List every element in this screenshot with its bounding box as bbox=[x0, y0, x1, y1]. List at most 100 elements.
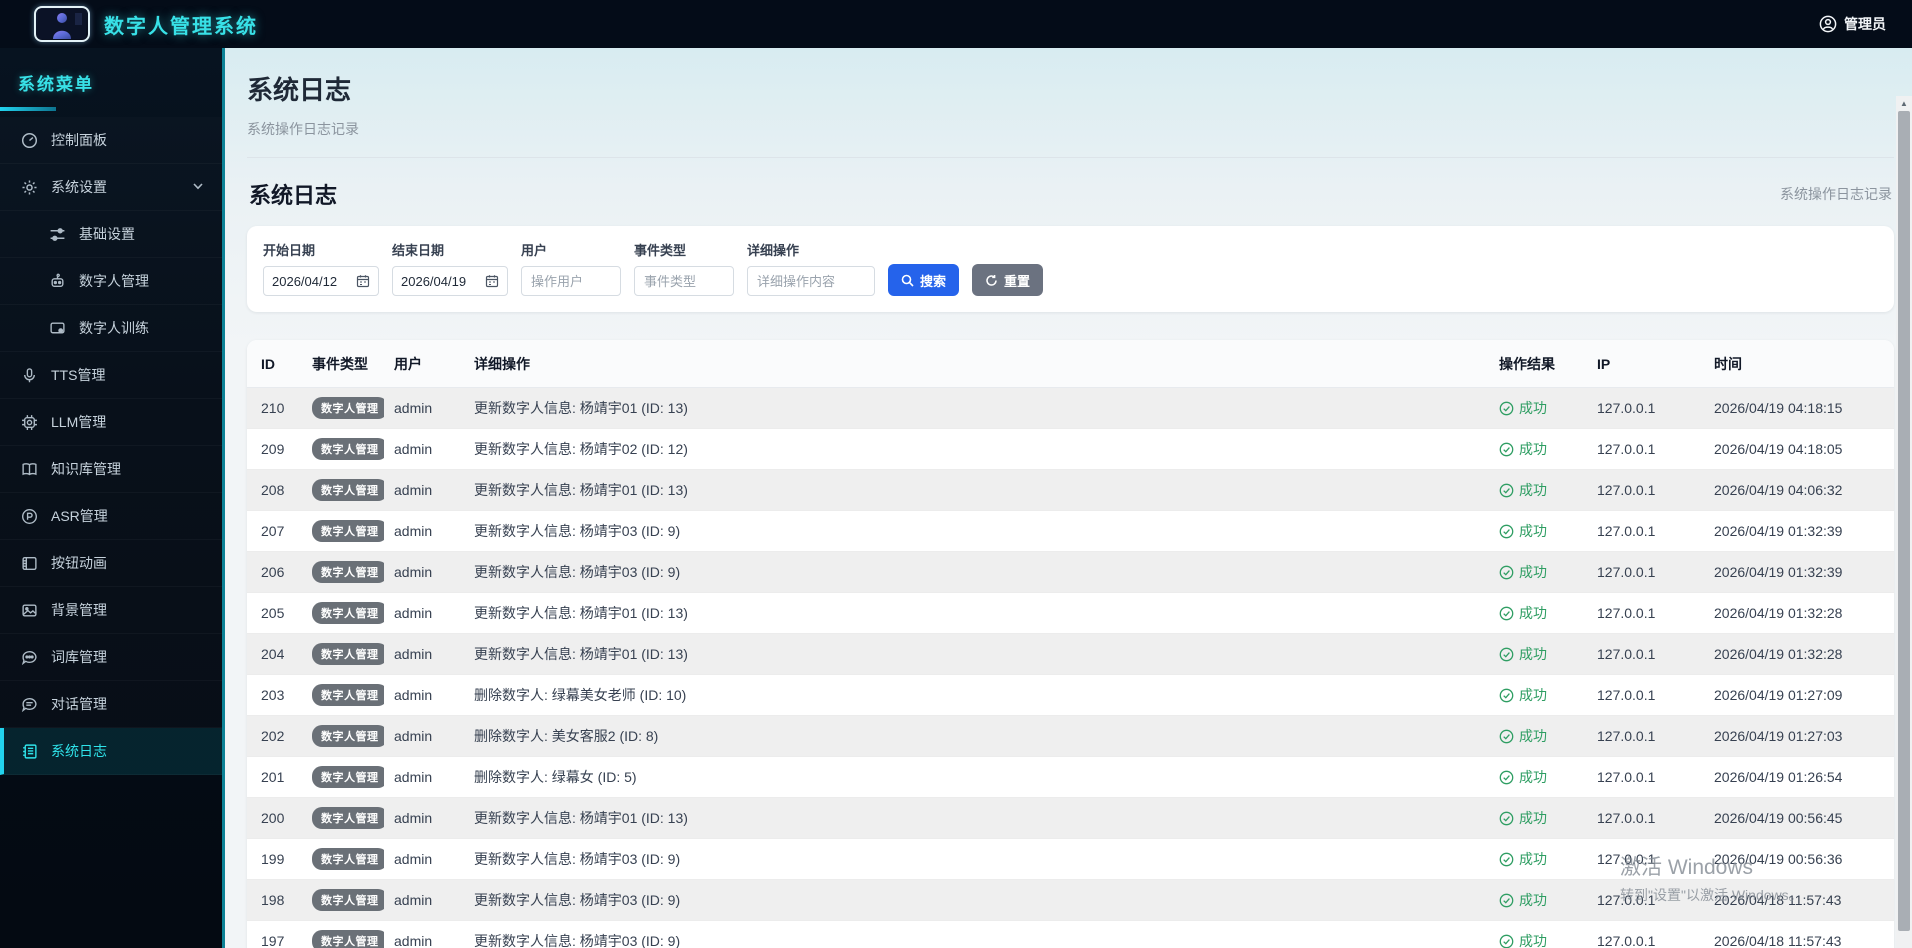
event-type-badge: 数字人管理 bbox=[312, 397, 384, 419]
sidebar-item-settings[interactable]: 系统设置 bbox=[0, 164, 222, 211]
check-circle-icon bbox=[1499, 770, 1514, 785]
check-circle-icon bbox=[1499, 524, 1514, 539]
event-type-badge: 数字人管理 bbox=[312, 602, 384, 624]
col-user: 用户 bbox=[384, 340, 464, 388]
cell-detail: 删除数字人: 美女客服2 (ID: 8) bbox=[464, 715, 1489, 757]
col-result: 操作结果 bbox=[1489, 340, 1587, 388]
sidebar-item-basic-settings[interactable]: 基础设置 bbox=[0, 211, 222, 258]
sidebar-item-digital-human-training[interactable]: 数字人训练 bbox=[0, 305, 222, 352]
end-date-field: 结束日期 2026/04/19 bbox=[392, 240, 508, 296]
user-field: 用户 bbox=[521, 240, 621, 296]
cell-user: admin bbox=[384, 920, 464, 948]
cell-id: 201 bbox=[247, 756, 302, 798]
sidebar-item-digital-human-mgmt[interactable]: 数字人管理 bbox=[0, 258, 222, 305]
result-status: 成功 bbox=[1499, 685, 1577, 705]
sidebar-item-lexicon-mgmt[interactable]: 词库管理 bbox=[0, 634, 222, 681]
table-row: 202 数字人管理 admin 删除数字人: 美女客服2 (ID: 8) 成功 … bbox=[247, 715, 1894, 757]
sidebar-item-system-log[interactable]: 系统日志 bbox=[0, 728, 222, 775]
user-filter-label: 用户 bbox=[521, 243, 548, 258]
event-type-badge: 数字人管理 bbox=[312, 889, 384, 911]
film-icon bbox=[20, 554, 38, 572]
table-row: 198 数字人管理 admin 更新数字人信息: 杨靖宇03 (ID: 9) 成… bbox=[247, 879, 1894, 921]
col-id: ID bbox=[247, 340, 302, 388]
cell-detail: 更新数字人信息: 杨靖宇02 (ID: 12) bbox=[464, 428, 1489, 470]
calendar-icon[interactable] bbox=[356, 274, 370, 288]
end-date-input[interactable]: 2026/04/19 bbox=[392, 266, 508, 296]
result-label: 成功 bbox=[1519, 810, 1547, 826]
app-logo bbox=[34, 6, 90, 42]
result-status: 成功 bbox=[1499, 644, 1577, 664]
event-type-badge: 数字人管理 bbox=[312, 479, 384, 501]
cell-time: 2026/04/19 01:32:28 bbox=[1704, 633, 1894, 675]
cell-id: 209 bbox=[247, 428, 302, 470]
sidebar-item-label: 控制面板 bbox=[51, 132, 107, 148]
cell-ip: 127.0.0.1 bbox=[1587, 879, 1704, 921]
detail-filter-input[interactable] bbox=[747, 266, 875, 296]
search-button[interactable]: 搜索 bbox=[888, 264, 960, 296]
sliders-icon bbox=[48, 225, 66, 243]
log-table: ID 事件类型 用户 详细操作 操作结果 IP 时间 210 数字人管理 adm… bbox=[247, 340, 1894, 948]
microphone-icon bbox=[20, 366, 38, 384]
result-label: 成功 bbox=[1519, 646, 1547, 662]
user-filter-input[interactable] bbox=[521, 266, 621, 296]
sidebar-item-button-animation[interactable]: 按钮动画 bbox=[0, 540, 222, 587]
table-row: 207 数字人管理 admin 更新数字人信息: 杨靖宇03 (ID: 9) 成… bbox=[247, 510, 1894, 552]
sidebar-item-dashboard[interactable]: 控制面板 bbox=[0, 117, 222, 164]
table-row: 210 数字人管理 admin 更新数字人信息: 杨靖宇01 (ID: 13) … bbox=[247, 387, 1894, 429]
cell-ip: 127.0.0.1 bbox=[1587, 551, 1704, 593]
cell-user: admin bbox=[384, 469, 464, 511]
cell-user: admin bbox=[384, 592, 464, 634]
cell-ip: 127.0.0.1 bbox=[1587, 428, 1704, 470]
check-circle-icon bbox=[1499, 934, 1514, 948]
cell-ip: 127.0.0.1 bbox=[1587, 633, 1704, 675]
sidebar-item-knowledge-base[interactable]: 知识库管理 bbox=[0, 446, 222, 493]
result-label: 成功 bbox=[1519, 769, 1547, 785]
main-content: 系统日志 系统操作日志记录 系统日志 系统操作日志记录 开始日期 2026/04… bbox=[225, 48, 1912, 948]
log-table-card: ID 事件类型 用户 详细操作 操作结果 IP 时间 210 数字人管理 adm… bbox=[247, 340, 1894, 948]
sidebar-item-tts[interactable]: TTS管理 bbox=[0, 352, 222, 399]
result-label: 成功 bbox=[1519, 523, 1547, 539]
cell-time: 2026/04/19 01:32:39 bbox=[1704, 551, 1894, 593]
cell-id: 200 bbox=[247, 797, 302, 839]
detail-filter-label: 详细操作 bbox=[747, 243, 800, 258]
result-status: 成功 bbox=[1499, 562, 1577, 582]
cell-detail: 更新数字人信息: 杨靖宇01 (ID: 13) bbox=[464, 797, 1489, 839]
sidebar-item-background-mgmt[interactable]: 背景管理 bbox=[0, 587, 222, 634]
cell-detail: 删除数字人: 绿幕女 (ID: 5) bbox=[464, 756, 1489, 798]
cell-id: 198 bbox=[247, 879, 302, 921]
check-circle-icon bbox=[1499, 483, 1514, 498]
vertical-scrollbar[interactable]: ▲ ▼ bbox=[1896, 96, 1912, 948]
result-label: 成功 bbox=[1519, 687, 1547, 703]
sidebar: 系统菜单 控制面板 系统设置 基础设置 数字人管理 数字人训练 TTS管理 LL… bbox=[0, 48, 225, 948]
calendar-icon[interactable] bbox=[485, 274, 499, 288]
cell-ip: 127.0.0.1 bbox=[1587, 797, 1704, 839]
cell-time: 2026/04/19 01:27:03 bbox=[1704, 715, 1894, 757]
result-status: 成功 bbox=[1499, 849, 1577, 869]
event-type-badge: 数字人管理 bbox=[312, 930, 384, 948]
sidebar-item-llm[interactable]: LLM管理 bbox=[0, 399, 222, 446]
sidebar-item-dialogue-mgmt[interactable]: 对话管理 bbox=[0, 681, 222, 728]
scroll-up-arrow[interactable]: ▲ bbox=[1896, 96, 1912, 111]
cell-detail: 更新数字人信息: 杨靖宇03 (ID: 9) bbox=[464, 551, 1489, 593]
result-status: 成功 bbox=[1499, 726, 1577, 746]
result-status: 成功 bbox=[1499, 767, 1577, 787]
event-type-filter-input[interactable] bbox=[634, 266, 734, 296]
scrollbar-thumb[interactable] bbox=[1898, 111, 1910, 931]
result-label: 成功 bbox=[1519, 564, 1547, 580]
reset-button[interactable]: 重置 bbox=[972, 264, 1044, 296]
start-date-input[interactable]: 2026/04/12 bbox=[263, 266, 379, 296]
user-name: 管理员 bbox=[1844, 16, 1886, 32]
chevron-down-icon[interactable] bbox=[192, 179, 204, 195]
table-row: 197 数字人管理 admin 更新数字人信息: 杨靖宇03 (ID: 9) 成… bbox=[247, 920, 1894, 948]
sidebar-item-label: 系统日志 bbox=[51, 743, 107, 759]
result-status: 成功 bbox=[1499, 480, 1577, 500]
cell-user: admin bbox=[384, 510, 464, 552]
sidebar-item-asr[interactable]: ASR管理 bbox=[0, 493, 222, 540]
sidebar-item-label: 背景管理 bbox=[51, 602, 107, 618]
cell-user: admin bbox=[384, 387, 464, 429]
user-menu[interactable]: 管理员 bbox=[1819, 14, 1886, 34]
cell-detail: 更新数字人信息: 杨靖宇01 (ID: 13) bbox=[464, 469, 1489, 511]
refresh-icon bbox=[985, 274, 998, 287]
cell-time: 2026/04/18 11:57:43 bbox=[1704, 879, 1894, 921]
chip-icon bbox=[20, 413, 38, 431]
